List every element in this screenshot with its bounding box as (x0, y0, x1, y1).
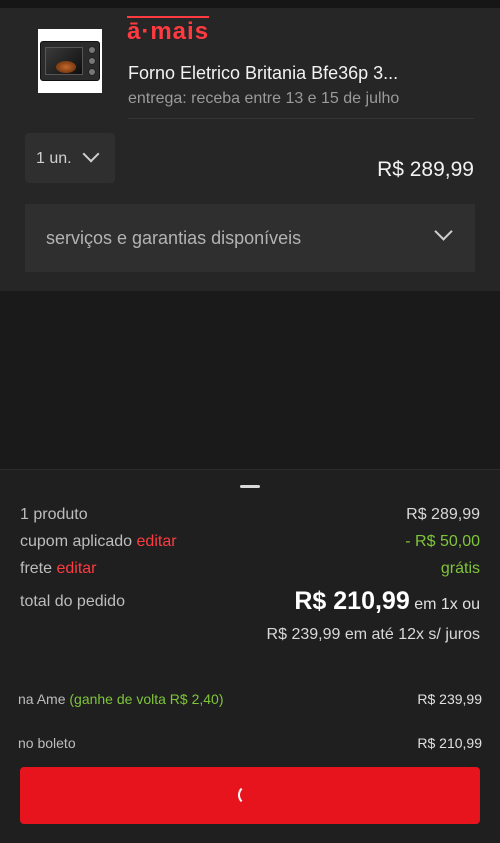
continue-button[interactable] (20, 767, 480, 824)
ame-value: R$ 239,99 (417, 691, 482, 707)
total-label: total do pedido (20, 593, 125, 610)
top-strip (0, 0, 500, 8)
product-title[interactable]: Forno Eletrico Britania Bfe36p 3... (128, 63, 398, 84)
services-label: serviços e garantias disponíveis (46, 228, 302, 248)
boleto-label: no boleto (18, 735, 76, 751)
shipping-edit-link[interactable]: editar (56, 560, 96, 577)
cart-item-card: ā·mais Forno Eletrico Britania Bfe36p 3.… (0, 8, 500, 291)
coupon-row: cupom aplicado editar (20, 533, 177, 551)
total-row-value: R$ 210,99 em 1x ou (294, 587, 480, 616)
coupon-label: cupom aplicado (20, 533, 133, 550)
delivery-estimate: entrega: receba entre 13 e 15 de julho (128, 90, 400, 107)
services-dropdown[interactable]: serviços e garantias disponíveis (25, 204, 475, 272)
order-summary-sheet: 1 produto R$ 289,99 cupom aplicado edita… (0, 469, 500, 843)
total-suffix: em 1x ou (414, 596, 480, 613)
boleto-value: R$ 210,99 (417, 735, 482, 751)
oven-image (40, 41, 100, 81)
divider (128, 118, 474, 119)
quantity-value: 1 un. (36, 150, 72, 167)
shipping-label: frete (20, 560, 53, 577)
drag-handle[interactable] (240, 485, 260, 488)
product-image[interactable] (38, 29, 102, 93)
item-price: R$ 289,99 (377, 158, 474, 181)
coupon-value: - R$ 50,00 (405, 533, 480, 550)
ame-cashback: (ganhe de volta R$ 2,40) (69, 691, 224, 707)
chevron-down-icon (82, 145, 100, 163)
store-logo: ā·mais (127, 18, 210, 45)
ame-payment-row: na Ame (ganhe de volta R$ 2,40) (18, 691, 223, 707)
installments-text: R$ 239,99 em até 12x s/ juros (266, 626, 480, 643)
spinner-icon (238, 785, 258, 805)
total-value: R$ 210,99 (294, 587, 410, 615)
coupon-edit-link[interactable]: editar (137, 533, 177, 550)
quantity-select[interactable]: 1 un. (25, 133, 115, 183)
ame-label: na Ame (18, 691, 66, 707)
shipping-row: frete editar (20, 560, 97, 578)
chevron-down-icon (434, 222, 453, 241)
products-value: R$ 289,99 (406, 506, 480, 523)
products-label: 1 produto (20, 506, 88, 523)
shipping-value: grátis (440, 560, 480, 577)
